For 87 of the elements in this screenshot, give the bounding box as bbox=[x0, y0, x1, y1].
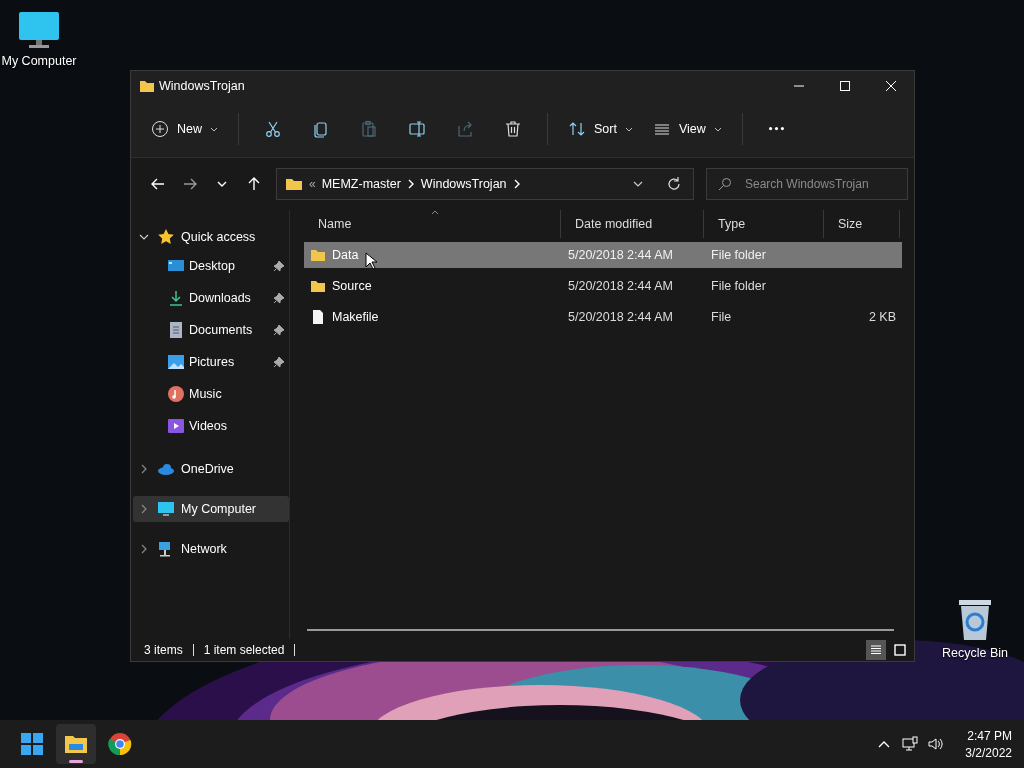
tiles-icon bbox=[894, 644, 906, 656]
sort-icon bbox=[568, 120, 586, 138]
monitor-icon bbox=[157, 500, 175, 518]
image-icon bbox=[167, 353, 185, 371]
folder-icon bbox=[139, 78, 155, 94]
type-cell-text: File bbox=[710, 310, 733, 324]
scissors-icon bbox=[264, 120, 282, 138]
nav-item[interactable]: Downloads bbox=[133, 282, 289, 314]
size-cell-text: 2 KB bbox=[867, 310, 897, 324]
date-cell-text: 5/20/2018 2:44 AM bbox=[567, 248, 674, 262]
sort-button[interactable]: Sort bbox=[560, 112, 641, 146]
overflow-chevron[interactable]: « bbox=[309, 177, 316, 191]
forward-icon[interactable] bbox=[182, 176, 198, 192]
file-row[interactable]: Source 5/20/2018 2:44 AM File folder bbox=[304, 273, 902, 299]
nav-item[interactable]: My Computer bbox=[133, 496, 289, 522]
caret-icon bbox=[624, 126, 633, 132]
view-button[interactable]: View bbox=[644, 112, 730, 146]
search-icon bbox=[718, 177, 732, 191]
breadcrumb[interactable]: MEMZ-master bbox=[321, 177, 401, 191]
search-field[interactable]: Search WindowsTrojan bbox=[706, 168, 908, 200]
music-icon bbox=[167, 385, 185, 403]
selection-count: 1 item selected bbox=[203, 643, 285, 657]
maximize-icon[interactable] bbox=[839, 80, 851, 92]
file-name: Data bbox=[332, 248, 359, 262]
nav-item[interactable]: Quick access bbox=[133, 224, 289, 250]
recycle-bin-icon[interactable] bbox=[956, 598, 994, 642]
sort-indicator-icon bbox=[431, 210, 439, 215]
nav-item[interactable]: Network bbox=[133, 536, 289, 562]
volume-icon[interactable] bbox=[928, 736, 945, 752]
type-cell-text: File folder bbox=[710, 248, 767, 262]
column-header[interactable]: Type bbox=[704, 210, 824, 238]
network-icon[interactable] bbox=[902, 736, 919, 752]
file-icon bbox=[310, 309, 326, 325]
document-icon bbox=[167, 321, 185, 339]
share-icon bbox=[456, 120, 474, 138]
star-icon bbox=[157, 228, 175, 246]
breadcrumb[interactable]: WindowsTrojan bbox=[420, 177, 507, 191]
monitor-icon[interactable] bbox=[17, 10, 61, 50]
trash-icon bbox=[504, 120, 522, 138]
file-row[interactable]: Data 5/20/2018 2:44 AM File folder bbox=[304, 242, 902, 268]
window-title: WindowsTrojan bbox=[159, 79, 245, 93]
file-explorer-button[interactable] bbox=[56, 724, 96, 764]
video-icon bbox=[167, 417, 185, 435]
date-cell-text: 5/20/2018 2:44 AM bbox=[567, 279, 674, 293]
nav-item[interactable]: Pictures bbox=[133, 346, 289, 378]
folder-icon bbox=[310, 278, 326, 294]
address-bar[interactable]: « MEMZ-master WindowsTrojan bbox=[276, 168, 694, 200]
up-icon[interactable] bbox=[246, 176, 262, 192]
details-view-button[interactable] bbox=[866, 640, 886, 660]
details-icon bbox=[870, 644, 882, 656]
caret-icon bbox=[713, 126, 722, 132]
item-count: 3 items bbox=[144, 643, 183, 657]
close-icon[interactable] bbox=[885, 80, 897, 92]
file-row[interactable]: Makefile 5/20/2018 2:44 AM File 2 KB bbox=[304, 304, 902, 330]
clipboard-icon bbox=[360, 120, 378, 138]
date-cell-text: 5/20/2018 2:44 AM bbox=[567, 310, 674, 324]
ellipsis-icon bbox=[769, 127, 785, 131]
back-icon[interactable] bbox=[150, 176, 166, 192]
column-header[interactable]: Name bbox=[304, 210, 561, 238]
column-header[interactable]: Date modified bbox=[561, 210, 704, 238]
desktop-icon-label[interactable]: My Computer bbox=[1, 54, 77, 68]
nav-item[interactable]: Desktop bbox=[133, 250, 289, 282]
folder-icon bbox=[310, 247, 326, 263]
nav-item[interactable]: OneDrive bbox=[133, 456, 289, 482]
type-cell-text: File folder bbox=[710, 279, 767, 293]
nav-item[interactable]: Music bbox=[133, 378, 289, 410]
chevron-right-icon[interactable] bbox=[512, 179, 521, 189]
chevron-down-icon[interactable] bbox=[139, 232, 149, 242]
copy-icon bbox=[312, 120, 330, 138]
file-name: Source bbox=[332, 279, 372, 293]
rename-icon bbox=[408, 120, 426, 138]
download-icon bbox=[167, 289, 185, 307]
new-button[interactable]: New bbox=[143, 112, 226, 146]
refresh-icon[interactable] bbox=[666, 176, 682, 192]
clock[interactable]: 2:47 PM 3/2/2022 bbox=[965, 728, 1012, 760]
desktop-icon-label[interactable]: Recycle Bin bbox=[942, 646, 1008, 660]
scrollbar[interactable] bbox=[307, 629, 894, 631]
nav-item[interactable]: Videos bbox=[133, 410, 289, 442]
file-name: Makefile bbox=[332, 310, 379, 324]
nav-item[interactable]: Documents bbox=[133, 314, 289, 346]
chevron-right-icon[interactable] bbox=[406, 179, 415, 189]
add-icon bbox=[151, 120, 169, 138]
column-header[interactable]: Size bbox=[824, 210, 900, 238]
caret-icon bbox=[210, 126, 218, 132]
mouse-cursor-icon bbox=[365, 252, 377, 270]
windows-logo-icon bbox=[20, 732, 44, 756]
browser-icon bbox=[108, 732, 132, 756]
